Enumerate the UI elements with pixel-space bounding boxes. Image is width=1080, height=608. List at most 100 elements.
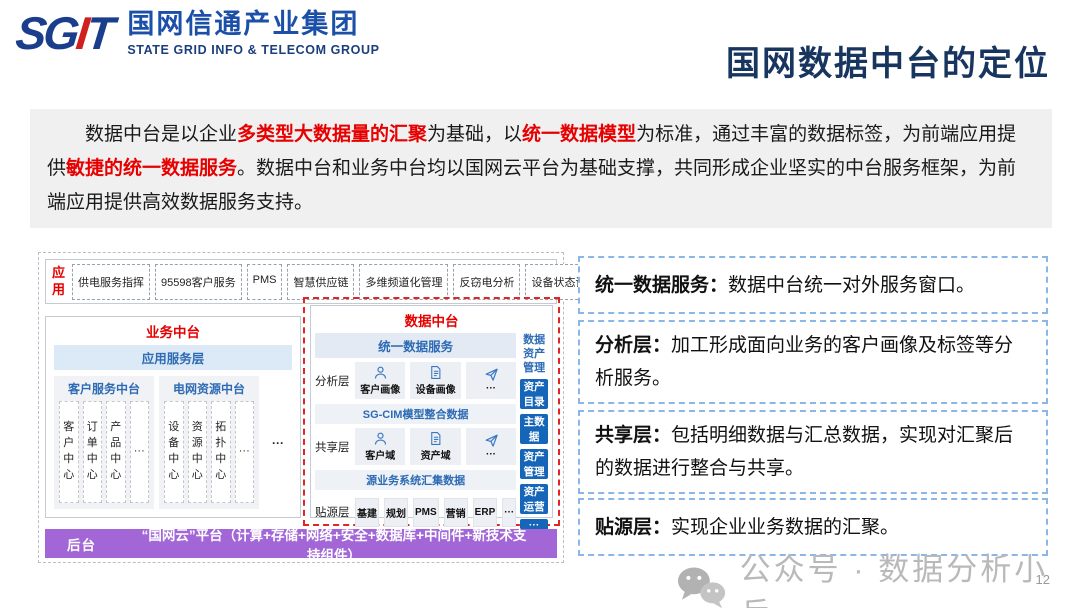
note-box: 分析层：加工形成面向业务的客户画像及标签等分析服务。 (578, 320, 1048, 404)
sgit-logo-icon: SGIT (14, 10, 114, 56)
company-name-cn: 国网信通产业集团 (127, 10, 379, 40)
asset-button[interactable]: 资产目录 (520, 379, 548, 409)
logo-text-block: 国网信通产业集团 STATE GRID INFO & TELECOM GROUP (127, 10, 379, 57)
data-layer-row: 共享层客户域资产域··· (315, 426, 516, 468)
app-service-layer-bar: 应用服务层 (54, 345, 292, 370)
business-sub-platform: 客户服务中台客 户 中 心订 单 中 心产 品 中 心··· (54, 376, 154, 509)
asset-button[interactable]: 主数据 (520, 414, 548, 444)
document-icon (428, 365, 443, 380)
data-service-card[interactable]: 设备画像 (410, 362, 460, 399)
data-platform-layers: 统一数据服务 分析层客户画像设备画像···SG-CIM模型整合数据共享层客户域资… (315, 332, 516, 533)
business-more-label: ··· (264, 376, 292, 509)
company-name-en: STATE GRID INFO & TELECOM GROUP (127, 43, 379, 57)
note-text: 分析层：加工形成面向业务的客户画像及标签等分析服务。 (595, 329, 1031, 395)
note-box: 统一数据服务：数据中台统一对外服务窗口。 (578, 256, 1048, 314)
backend-platform-text: “国网云”平台（计算+存储+网络+安全+数据库+中间件+新技术支持组件） (141, 524, 557, 564)
watermark-text: 公众号 · 数据分析小兵 (740, 544, 1080, 608)
data-service-label: 资产域 (421, 447, 451, 462)
data-service-card[interactable]: 资产域 (410, 428, 460, 465)
data-service-label: ··· (486, 449, 496, 460)
app-button[interactable]: 供电服务指挥 (72, 264, 150, 300)
intro-text-segment: 为基础，以 (427, 124, 522, 145)
page-number: 12 (1036, 572, 1050, 587)
data-platform-title: 数据中台 (315, 306, 548, 332)
asset-button[interactable]: 资产运营 (520, 484, 548, 514)
business-sub-platform: 电网资源中台设 备 中 心资 源 中 心拓 扑 中 心··· (159, 376, 259, 509)
page-title: 国网数据中台的定位 (726, 36, 1050, 85)
intro-highlight: 统一数据模型 (522, 124, 636, 145)
data-service-card[interactable]: ··· (466, 362, 516, 399)
data-service-label: 客户域 (365, 447, 395, 462)
data-service-card[interactable]: 客户域 (355, 428, 405, 465)
application-row-label: 应 用 (52, 265, 65, 298)
data-platform-box: 数据中台 统一数据服务 分析层客户画像设备画像···SG-CIM模型整合数据共享… (310, 305, 553, 518)
center-column[interactable]: 拓 扑 中 心 (211, 401, 231, 503)
intro-highlight: 敏捷的统一数据服务 (66, 158, 237, 179)
data-layer-row: 分析层客户画像 设备画像 ··· (315, 360, 516, 402)
sub-platform-title: 电网资源中台 (164, 380, 254, 397)
note-term: 分析层： (595, 335, 671, 356)
more-column[interactable]: ··· (235, 401, 255, 503)
note-term: 贴源层： (595, 517, 671, 538)
watermark: 公众号 · 数据分析小兵 (676, 544, 1080, 608)
note-text: 共享层：包括明细数据与汇总数据，实现对汇聚后的数据进行整合与共享。 (595, 419, 1031, 485)
app-button[interactable]: 95598客户服务 (155, 264, 242, 300)
data-layer-items: 客户画像 设备画像 ··· (355, 362, 516, 399)
document-icon (428, 431, 443, 446)
data-asset-title: 数据资产管理 (520, 334, 548, 375)
center-columns: 客 户 中 心订 单 中 心产 品 中 心··· (59, 401, 149, 503)
data-layer-label: 贴源层 (315, 504, 351, 520)
more-column[interactable]: ··· (130, 401, 150, 503)
note-box: 共享层：包括明细数据与汇总数据，实现对汇聚后的数据进行整合与共享。 (578, 410, 1048, 494)
logo-letters-sg: SG (13, 7, 79, 59)
note-desc: 数据中台统一对外服务窗口。 (728, 275, 975, 296)
wechat-icon (676, 566, 728, 608)
architecture-diagram: 应 用 供电服务指挥95598客户服务PMS智慧供应链多维频道化管理反窃电分析设… (38, 252, 564, 563)
data-integration-bar: 源业务系统汇集数据 (315, 470, 516, 490)
asset-button[interactable]: 资产管理 (520, 449, 548, 479)
app-button[interactable]: 反窃电分析 (453, 264, 520, 300)
center-column[interactable]: 产 品 中 心 (106, 401, 126, 503)
data-service-card[interactable]: 客户画像 (355, 362, 405, 399)
company-logo: SGIT 国网信通产业集团 STATE GRID INFO & TELECOM … (16, 10, 380, 57)
data-integration-bar: SG-CIM模型整合数据 (315, 404, 516, 424)
note-term: 共享层： (595, 425, 671, 446)
data-service-card[interactable]: ··· (466, 428, 516, 465)
data-asset-panel: 数据资产管理 资产目录主数据资产管理资产运营··· (520, 332, 548, 533)
note-text: 统一数据服务：数据中台统一对外服务窗口。 (595, 269, 1031, 302)
app-button[interactable]: PMS (247, 264, 283, 300)
business-platform-box: 业务中台 应用服务层 客户服务中台客 户 中 心订 单 中 心产 品 中 心··… (45, 316, 301, 518)
backend-label: 后台 (45, 534, 141, 554)
backend-bar: 后台 “国网云”平台（计算+存储+网络+安全+数据库+中间件+新技术支持组件） (45, 529, 557, 558)
data-layer-label: 分析层 (315, 373, 351, 389)
center-column[interactable]: 订 单 中 心 (83, 401, 103, 503)
application-buttons: 供电服务指挥95598客户服务PMS智慧供应链多维频道化管理反窃电分析设备状态评… (72, 264, 645, 300)
data-asset-buttons: 资产目录主数据资产管理资产运营··· (520, 379, 548, 533)
center-column[interactable]: 资 源 中 心 (188, 401, 208, 503)
data-service-label: ··· (486, 383, 496, 394)
intro-paragraph: 数据中台是以企业多类型大数据量的汇聚为基础，以统一数据模型为标准，通过丰富的数据… (30, 109, 1052, 228)
data-layer-items: 客户域 资产域 ··· (355, 428, 516, 465)
data-service-label: 客户画像 (360, 381, 400, 396)
note-text: 贴源层：实现企业业务数据的汇聚。 (595, 511, 1031, 544)
intro-highlight: 多类型大数据量的汇聚 (237, 124, 427, 145)
unified-data-service-bar: 统一数据服务 (315, 333, 516, 358)
app-button[interactable]: 智慧供应链 (287, 264, 354, 300)
slide: SGIT 国网信通产业集团 STATE GRID INFO & TELECOM … (0, 0, 1080, 608)
sub-platform-title: 客户服务中台 (59, 380, 149, 397)
send-icon (484, 433, 499, 448)
business-platform-title: 业务中台 (46, 317, 300, 343)
business-groups: 客户服务中台客 户 中 心订 单 中 心产 品 中 心···电网资源中台设 备 … (46, 372, 300, 517)
note-desc: 实现企业业务数据的汇聚。 (671, 517, 899, 538)
center-column[interactable]: 客 户 中 心 (59, 401, 79, 503)
center-column[interactable]: 设 备 中 心 (164, 401, 184, 503)
center-columns: 设 备 中 心资 源 中 心拓 扑 中 心··· (164, 401, 254, 503)
send-icon (484, 367, 499, 382)
data-platform-highlight-border: 数据中台 统一数据服务 分析层客户画像设备画像···SG-CIM模型整合数据共享… (303, 297, 560, 526)
logo-letter-t: T (84, 7, 115, 59)
data-service-label: 设备画像 (416, 381, 456, 396)
person-icon (373, 431, 388, 446)
intro-text-segment: 数据中台是以企业 (85, 124, 237, 145)
app-button[interactable]: 多维频道化管理 (359, 264, 448, 300)
note-term: 统一数据服务： (595, 275, 728, 296)
